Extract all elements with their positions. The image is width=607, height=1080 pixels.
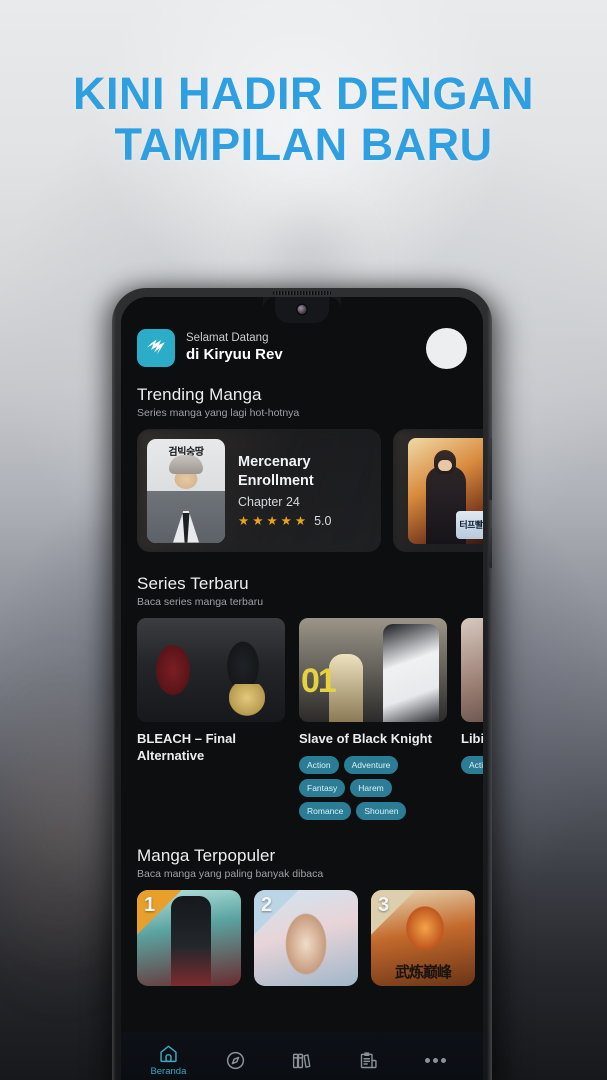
phone-volume-button[interactable] xyxy=(489,438,492,500)
welcome-text: Selamat Datang di Kiryuu Rev xyxy=(186,332,283,363)
series-cover-image: 01 xyxy=(299,618,447,722)
nav-item-library[interactable] xyxy=(269,1050,336,1071)
series-card[interactable]: Libi Acti Mat Sup xyxy=(461,618,483,820)
section-subtitle-popular: Baca manga yang paling banyak dibaca xyxy=(137,867,324,880)
user-avatar[interactable] xyxy=(426,327,467,369)
star-icon: ★ xyxy=(266,513,278,528)
rank-number: 3 xyxy=(378,893,390,916)
trending-card[interactable]: 검빅숭땅 Mercenary Enrollment Chapter 24 ★ ★… xyxy=(137,429,381,552)
series-card[interactable]: 01 Slave of Black Knight Action Adventur… xyxy=(299,618,447,820)
rating-value: 5.0 xyxy=(314,514,332,529)
section-title-trending: Trending Manga xyxy=(137,385,262,404)
genre-tag-list: Acti Mat Sup xyxy=(461,755,483,774)
phone-power-button[interactable] xyxy=(489,528,492,568)
phone-edge-left xyxy=(112,306,116,1080)
kiryuu-bird-logo-icon[interactable] xyxy=(137,329,175,367)
cover-art-hair xyxy=(169,454,203,474)
cover-title-text: 터프빨 xyxy=(456,510,483,539)
series-card[interactable]: BLEACH – Final Alternative xyxy=(137,618,285,820)
genre-tag[interactable]: Fantasy xyxy=(299,778,346,797)
cover-title-text: 武炼巅峰 xyxy=(394,963,452,981)
series-title: Libi xyxy=(461,731,483,746)
more-dots-icon xyxy=(425,1057,447,1063)
genre-tag[interactable]: Action xyxy=(299,755,339,774)
rank-number: 2 xyxy=(261,893,273,916)
popular-card[interactable]: 2 xyxy=(254,889,358,986)
cover-volume-number: 01 xyxy=(301,662,337,700)
nav-item-more[interactable] xyxy=(402,1057,469,1063)
section-subtitle-trending: Series manga yang lagi hot-hotnya xyxy=(137,407,300,419)
phone-screen: Selamat Datang di Kiryuu Rev Trending Ma… xyxy=(121,297,483,1080)
section-trending-header: Trending Manga Series manga yang lagi ho… xyxy=(121,371,483,419)
nav-item-explore[interactable] xyxy=(202,1050,269,1071)
genre-tag[interactable]: Romance xyxy=(299,801,352,820)
app-viewport: Selamat Datang di Kiryuu Rev Trending Ma… xyxy=(121,297,483,1080)
cover-art-face xyxy=(438,459,452,471)
genre-tag[interactable]: Shounen xyxy=(356,801,407,820)
clipboard-list-icon xyxy=(358,1050,379,1071)
genre-tag-list: Action Adventure Fantasy Harem Romance S… xyxy=(299,755,447,820)
popular-carousel[interactable]: 1 2 武炼巅峰 3 xyxy=(121,880,483,986)
promo-poster: KINI HADIR DENGAN TAMPILAN BARU Selamat … xyxy=(0,0,607,1080)
front-camera xyxy=(297,305,307,314)
trending-card[interactable]: 터프빨 xyxy=(393,429,483,552)
star-icon: ★ xyxy=(252,513,264,528)
manga-cover-thumbnail: 검빅숭땅 xyxy=(147,438,225,543)
trending-carousel[interactable]: 검빅숭땅 Mercenary Enrollment Chapter 24 ★ ★… xyxy=(121,419,483,552)
section-title-popular: Manga Terpopuler xyxy=(137,845,276,865)
section-popular-header: Manga Terpopuler Baca manga yang paling … xyxy=(121,820,483,880)
bookshelf-icon xyxy=(291,1050,312,1071)
popular-card[interactable]: 武炼巅峰 3 xyxy=(371,889,475,986)
chapter-label: Chapter 24 xyxy=(238,495,300,510)
bottom-navigation-bar: Beranda xyxy=(121,1032,483,1080)
home-icon xyxy=(158,1043,179,1064)
greeting-label: Selamat Datang xyxy=(186,332,269,345)
latest-series-carousel[interactable]: BLEACH – Final Alternative 01 Slave of B… xyxy=(121,608,483,820)
nav-item-bookmarks[interactable] xyxy=(335,1050,402,1071)
phone-earpiece xyxy=(273,291,331,295)
star-icon: ★ xyxy=(294,513,307,528)
compass-icon xyxy=(225,1050,246,1071)
headline-line-1: KINI HADIR DENGAN xyxy=(72,68,534,119)
nav-item-beranda[interactable]: Beranda xyxy=(135,1043,202,1077)
cover-art-figure xyxy=(383,624,439,722)
series-title: BLEACH – Final Alternative xyxy=(137,731,236,763)
nav-label-beranda: Beranda xyxy=(150,1066,187,1077)
manga-cover-thumbnail: 터프빨 xyxy=(408,437,483,544)
promo-headline: KINI HADIR DENGAN TAMPILAN BARU xyxy=(0,68,607,171)
popular-card[interactable]: 1 xyxy=(137,889,241,986)
phone-mockup: Selamat Datang di Kiryuu Rev Trending Ma… xyxy=(112,288,492,1080)
series-title: Slave of Black Knight xyxy=(299,731,432,746)
section-subtitle-latest: Baca series manga terbaru xyxy=(137,596,264,608)
section-title-latest: Series Terbaru xyxy=(137,574,249,593)
phone-edge-right xyxy=(487,306,492,1080)
trending-card-info: Mercenary Enrollment Chapter 24 ★ ★ ★ ★ … xyxy=(238,453,363,528)
app-name-label: di Kiryuu Rev xyxy=(186,345,283,363)
rank-number: 1 xyxy=(144,893,156,916)
series-cover-image xyxy=(137,618,285,722)
genre-tag[interactable]: Acti xyxy=(461,755,483,774)
genre-tag[interactable]: Adventure xyxy=(343,755,399,774)
series-cover-image xyxy=(461,618,483,722)
genre-tag[interactable]: Harem xyxy=(350,778,392,797)
headline-line-2: TAMPILAN BARU xyxy=(114,119,493,171)
rating-row: ★ ★ ★ ★ ★ 5.0 xyxy=(238,514,363,528)
star-icon: ★ xyxy=(280,513,292,528)
section-latest-header: Series Terbaru Baca series manga terbaru xyxy=(121,552,483,608)
star-icon: ★ xyxy=(238,513,250,528)
manga-title: Mercenary Enrollment xyxy=(238,453,314,489)
